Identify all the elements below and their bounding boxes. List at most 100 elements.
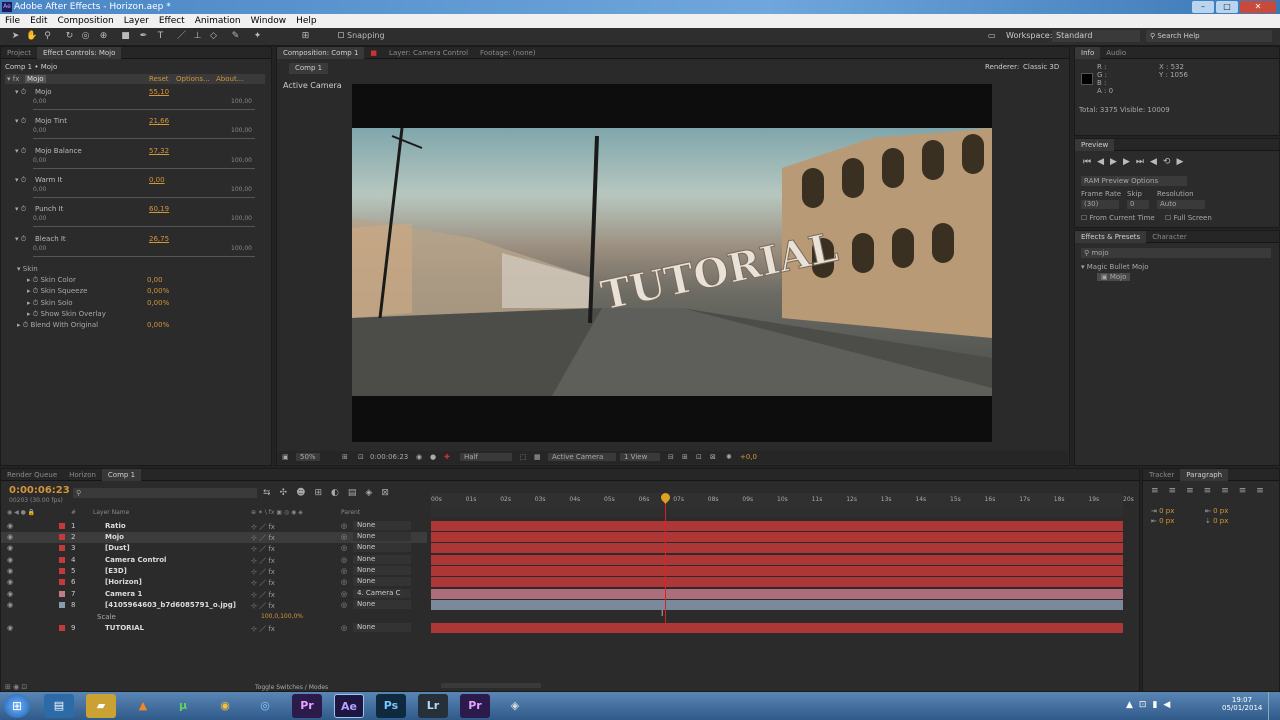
stopwatch-icon[interactable]: ▸ ⏱: [27, 276, 38, 284]
workspace-select[interactable]: Standard: [1052, 30, 1140, 42]
layer-switches-icon[interactable]: ⊹ ／ fx: [251, 544, 275, 554]
skip-select[interactable]: 0: [1127, 200, 1149, 209]
param-slider[interactable]: [33, 109, 255, 110]
layer-row[interactable]: ◉ 2 Mojo ⊹ ／ fx ◎ None: [1, 532, 427, 543]
menu-layer[interactable]: Layer: [124, 16, 149, 26]
exposure-icon[interactable]: ✺: [726, 453, 732, 461]
justify-right-icon[interactable]: ≡: [1239, 486, 1257, 496]
layer-row[interactable]: ◉ 9 TUTORIAL ⊹ ／ fx ◎ None: [1, 623, 427, 634]
maximize-button[interactable]: □: [1216, 1, 1238, 13]
grid-icon[interactable]: ▣: [282, 453, 289, 461]
roto-brush-icon[interactable]: ✎: [230, 31, 241, 42]
justify-all-icon[interactable]: ≡: [1256, 486, 1274, 496]
layer-row[interactable]: ◉ 8 [4105964603_b7d6085791_o.jpg] ⊹ ／ fx…: [1, 600, 427, 611]
indent-first-field[interactable]: ⇤ 0 px: [1151, 516, 1174, 526]
frame-blending-icon[interactable]: ⊞: [314, 488, 331, 498]
param-slider[interactable]: [33, 138, 255, 140]
rectangle-tool-icon[interactable]: ■: [120, 31, 131, 42]
layer-duration-bar[interactable]: [431, 521, 1123, 531]
pan-behind-tool-icon[interactable]: ⊕: [98, 31, 109, 42]
stopwatch-icon[interactable]: ▾ ⏱: [15, 147, 26, 156]
about-link[interactable]: About...: [216, 75, 243, 83]
tab-render-queue[interactable]: Render Queue: [1, 469, 63, 481]
visibility-eye-icon[interactable]: ◉: [7, 544, 13, 552]
skin-param-value[interactable]: 0,00%: [147, 287, 169, 295]
timeline-search-input[interactable]: ⚲: [73, 488, 257, 498]
stopwatch-icon[interactable]: ▸ ⏱: [27, 287, 38, 295]
align-left-icon[interactable]: ≡: [1151, 486, 1169, 496]
pen-tool-icon[interactable]: ✒: [138, 31, 149, 42]
time-ruler[interactable]: 00s 01s 02s 03s 04s 05s 06s 07s 08s 09s 10s 11s 12s 1…: [431, 493, 1134, 509]
layer-duration-bar[interactable]: [431, 555, 1123, 565]
layer-name[interactable]: Ratio: [105, 522, 126, 530]
stopwatch-icon[interactable]: ▾ ⏱: [15, 205, 26, 214]
justify-left-icon[interactable]: ≡: [1204, 486, 1222, 496]
zoom-select[interactable]: 50%: [296, 453, 320, 461]
layer-label-color[interactable]: [59, 602, 65, 608]
frame-rate-select[interactable]: (30): [1081, 200, 1119, 209]
indent-right-field[interactable]: ⇤ 0 px: [1205, 506, 1228, 516]
parent-pickwhip-icon[interactable]: ◎: [341, 522, 347, 530]
prev-frame-icon[interactable]: ◀: [1097, 157, 1110, 167]
tab-audio[interactable]: Audio: [1100, 47, 1132, 59]
audio-icon[interactable]: ◀: [1150, 157, 1163, 167]
menu-animation[interactable]: Animation: [195, 16, 241, 26]
parent-pickwhip-icon[interactable]: ◎: [341, 544, 347, 552]
reset-link[interactable]: Reset: [149, 75, 169, 83]
safe-zones-icon[interactable]: ⊞: [342, 453, 348, 461]
ram-preview-select[interactable]: RAM Preview Options: [1081, 176, 1187, 186]
layer-row[interactable]: ◉ 4 Camera Control ⊹ ／ fx ◎ None: [1, 555, 427, 566]
eraser-tool-icon[interactable]: ◇: [208, 31, 219, 42]
keyframe-icon[interactable]: ◈: [365, 488, 381, 498]
parent-pickwhip-icon[interactable]: ◎: [341, 590, 347, 598]
layer-row[interactable]: ◉ 7 Camera 1 ⊹ ／ fx ◎ 4. Camera C: [1, 589, 427, 600]
tab-info[interactable]: Info: [1075, 46, 1101, 59]
layer-label-color[interactable]: [59, 534, 65, 540]
taskbar-lightroom-icon[interactable]: Lr: [418, 694, 448, 718]
timeline-zoom-slider[interactable]: [441, 683, 541, 688]
tab-layer[interactable]: Layer: Camera Control: [383, 47, 474, 59]
menu-file[interactable]: File: [5, 16, 20, 26]
menu-edit[interactable]: Edit: [30, 16, 47, 26]
system-tray-icons[interactable]: ▲⊡▮◀: [1126, 700, 1176, 710]
zoom-tool-icon[interactable]: ⚲: [42, 31, 53, 42]
stopwatch-icon[interactable]: ▸ ⏱: [17, 321, 28, 329]
visibility-eye-icon[interactable]: ◉: [7, 556, 13, 564]
skin-param-value[interactable]: 0,00%: [147, 299, 169, 307]
hide-shy-icon[interactable]: ☻: [296, 488, 314, 498]
stopwatch-icon[interactable]: ▾ ⏱: [15, 235, 26, 244]
camera-tool-icon[interactable]: ◎: [80, 31, 91, 42]
menu-composition[interactable]: Composition: [58, 16, 114, 26]
layer-label-color[interactable]: [59, 625, 65, 631]
param-slider[interactable]: [33, 167, 255, 169]
first-frame-icon[interactable]: ⏮: [1083, 157, 1097, 167]
next-frame-icon[interactable]: ▶: [1123, 157, 1136, 167]
tab-composition[interactable]: Composition: Comp 1: [277, 46, 365, 59]
motion-blur-icon[interactable]: ◐: [331, 488, 348, 498]
effects-item-mojo[interactable]: ▣ Mojo: [1097, 273, 1131, 281]
minimize-button[interactable]: –: [1192, 1, 1214, 13]
loop-icon[interactable]: ⟲: [1163, 157, 1177, 167]
parent-pickwhip-icon[interactable]: ◎: [341, 624, 347, 632]
timeline-icon[interactable]: ⊡: [696, 453, 702, 461]
layer-name[interactable]: [Horizon]: [105, 578, 142, 586]
brush-tool-icon[interactable]: ／: [176, 31, 187, 42]
current-time-indicator[interactable]: [665, 497, 666, 623]
layer-label-color[interactable]: [59, 591, 65, 597]
work-area-bar[interactable]: [431, 509, 1123, 517]
stopwatch-icon[interactable]: ▸ ⏱: [27, 310, 38, 318]
layer-switches-icon[interactable]: ⊹ ／ fx: [251, 567, 275, 577]
close-button[interactable]: ✕: [1240, 1, 1276, 13]
layer-duration-bar[interactable]: [431, 623, 1123, 633]
taskbar-explorer-icon[interactable]: ▤: [44, 694, 74, 718]
tab-preview[interactable]: Preview: [1075, 138, 1115, 151]
brainstorm-icon[interactable]: ▤: [348, 488, 366, 498]
layer-duration-bar[interactable]: [431, 600, 1123, 610]
taskbar-premiere2-icon[interactable]: Pr: [460, 694, 490, 718]
camera-select[interactable]: Active Camera: [548, 453, 616, 461]
parent-select[interactable]: None: [353, 555, 411, 564]
view-layout-select[interactable]: 1 View: [620, 453, 660, 461]
flowchart-icon[interactable]: ⊠: [710, 453, 716, 461]
taskbar-premiere-icon[interactable]: Pr: [292, 694, 322, 718]
visibility-eye-icon[interactable]: ◉: [7, 522, 13, 530]
